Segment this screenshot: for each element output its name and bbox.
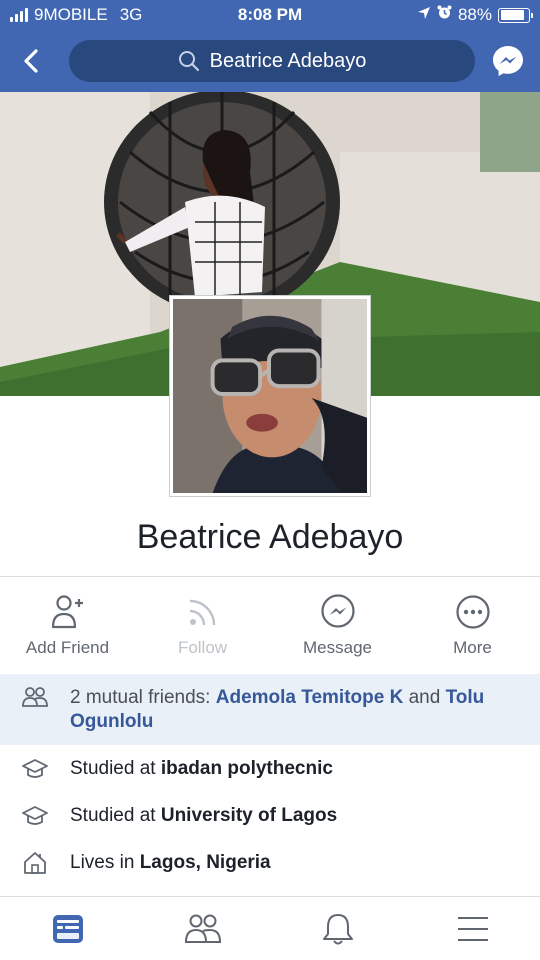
follow-icon bbox=[183, 592, 223, 632]
alarm-icon bbox=[437, 5, 452, 25]
status-bar: 9MOBILE 3G 8:08 PM 88% bbox=[0, 0, 540, 30]
info-text: Studied at University of Lagos bbox=[70, 805, 337, 827]
friends-icon bbox=[184, 914, 221, 943]
more-label: More bbox=[453, 638, 492, 657]
profile-actions: Add Friend Follow Message More bbox=[0, 586, 540, 672]
add-friend-button[interactable]: Add Friend bbox=[0, 586, 135, 672]
messenger-icon bbox=[318, 592, 358, 632]
profile-name: Beatrice Adebayo bbox=[136, 518, 404, 556]
messenger-icon bbox=[493, 46, 523, 76]
search-input[interactable]: Beatrice Adebayo bbox=[69, 40, 475, 82]
search-text: Beatrice Adebayo bbox=[209, 49, 367, 72]
follow-button[interactable]: Follow bbox=[135, 586, 270, 672]
info-prefix: Studied at bbox=[70, 805, 161, 826]
info-education-row[interactable]: Studied at University of Lagos bbox=[0, 793, 540, 839]
profile-picture-image bbox=[173, 299, 367, 493]
notifications-bell-icon bbox=[322, 913, 353, 944]
mutual-friend-link[interactable]: Ademola Temitope K bbox=[216, 687, 404, 708]
add-friend-icon bbox=[48, 592, 88, 632]
search-icon bbox=[178, 51, 199, 72]
friends-icon bbox=[0, 674, 70, 745]
school-link[interactable]: University of Lagos bbox=[161, 805, 337, 826]
more-icon bbox=[453, 592, 493, 632]
back-button[interactable] bbox=[14, 44, 48, 78]
status-right: 88% bbox=[417, 5, 533, 25]
more-button[interactable]: More bbox=[405, 586, 540, 672]
tab-news-feed[interactable] bbox=[0, 897, 135, 960]
info-location-row[interactable]: Lives in Lagos, Nigeria bbox=[0, 840, 540, 886]
message-label: Message bbox=[303, 638, 372, 657]
mutual-friends-prefix: 2 mutual friends: bbox=[70, 687, 216, 708]
info-prefix: Studied at bbox=[70, 758, 161, 779]
menu-icon bbox=[457, 916, 488, 941]
news-feed-icon bbox=[52, 914, 83, 943]
battery-icon bbox=[498, 7, 533, 23]
tab-friends[interactable] bbox=[135, 897, 270, 960]
add-friend-label: Add Friend bbox=[25, 638, 110, 657]
navigation-bar: Beatrice Adebayo bbox=[0, 30, 540, 92]
tab-menu[interactable] bbox=[405, 897, 540, 960]
bottom-tab-bar bbox=[0, 896, 540, 960]
graduation-cap-icon bbox=[0, 758, 70, 780]
location-arrow-icon bbox=[417, 5, 431, 25]
tab-notifications[interactable] bbox=[270, 897, 405, 960]
profile-picture[interactable] bbox=[169, 295, 371, 497]
graduation-cap-icon bbox=[0, 805, 70, 827]
home-icon bbox=[0, 851, 70, 875]
battery-percent: 88% bbox=[457, 5, 492, 24]
location-link[interactable]: Lagos, Nigeria bbox=[140, 852, 271, 873]
mutual-friends-and: and bbox=[403, 687, 441, 708]
school-link[interactable]: ibadan polythecnic bbox=[161, 758, 333, 779]
info-text: Studied at ibadan polythecnic bbox=[70, 758, 333, 780]
info-education-row[interactable]: Studied at ibadan polythecnic bbox=[0, 746, 540, 792]
messenger-button[interactable] bbox=[491, 44, 525, 78]
info-text: Lives in Lagos, Nigeria bbox=[70, 852, 271, 874]
info-prefix: Lives in bbox=[70, 852, 140, 873]
divider bbox=[0, 576, 540, 577]
back-chevron-icon bbox=[24, 49, 38, 73]
mutual-friends-row[interactable]: 2 mutual friends: Ademola Temitope K and… bbox=[0, 674, 540, 745]
message-button[interactable]: Message bbox=[270, 586, 405, 672]
mutual-friends-text: 2 mutual friends: Ademola Temitope K and… bbox=[70, 674, 510, 745]
follow-label: Follow bbox=[177, 638, 228, 657]
battery-fill bbox=[500, 10, 525, 20]
